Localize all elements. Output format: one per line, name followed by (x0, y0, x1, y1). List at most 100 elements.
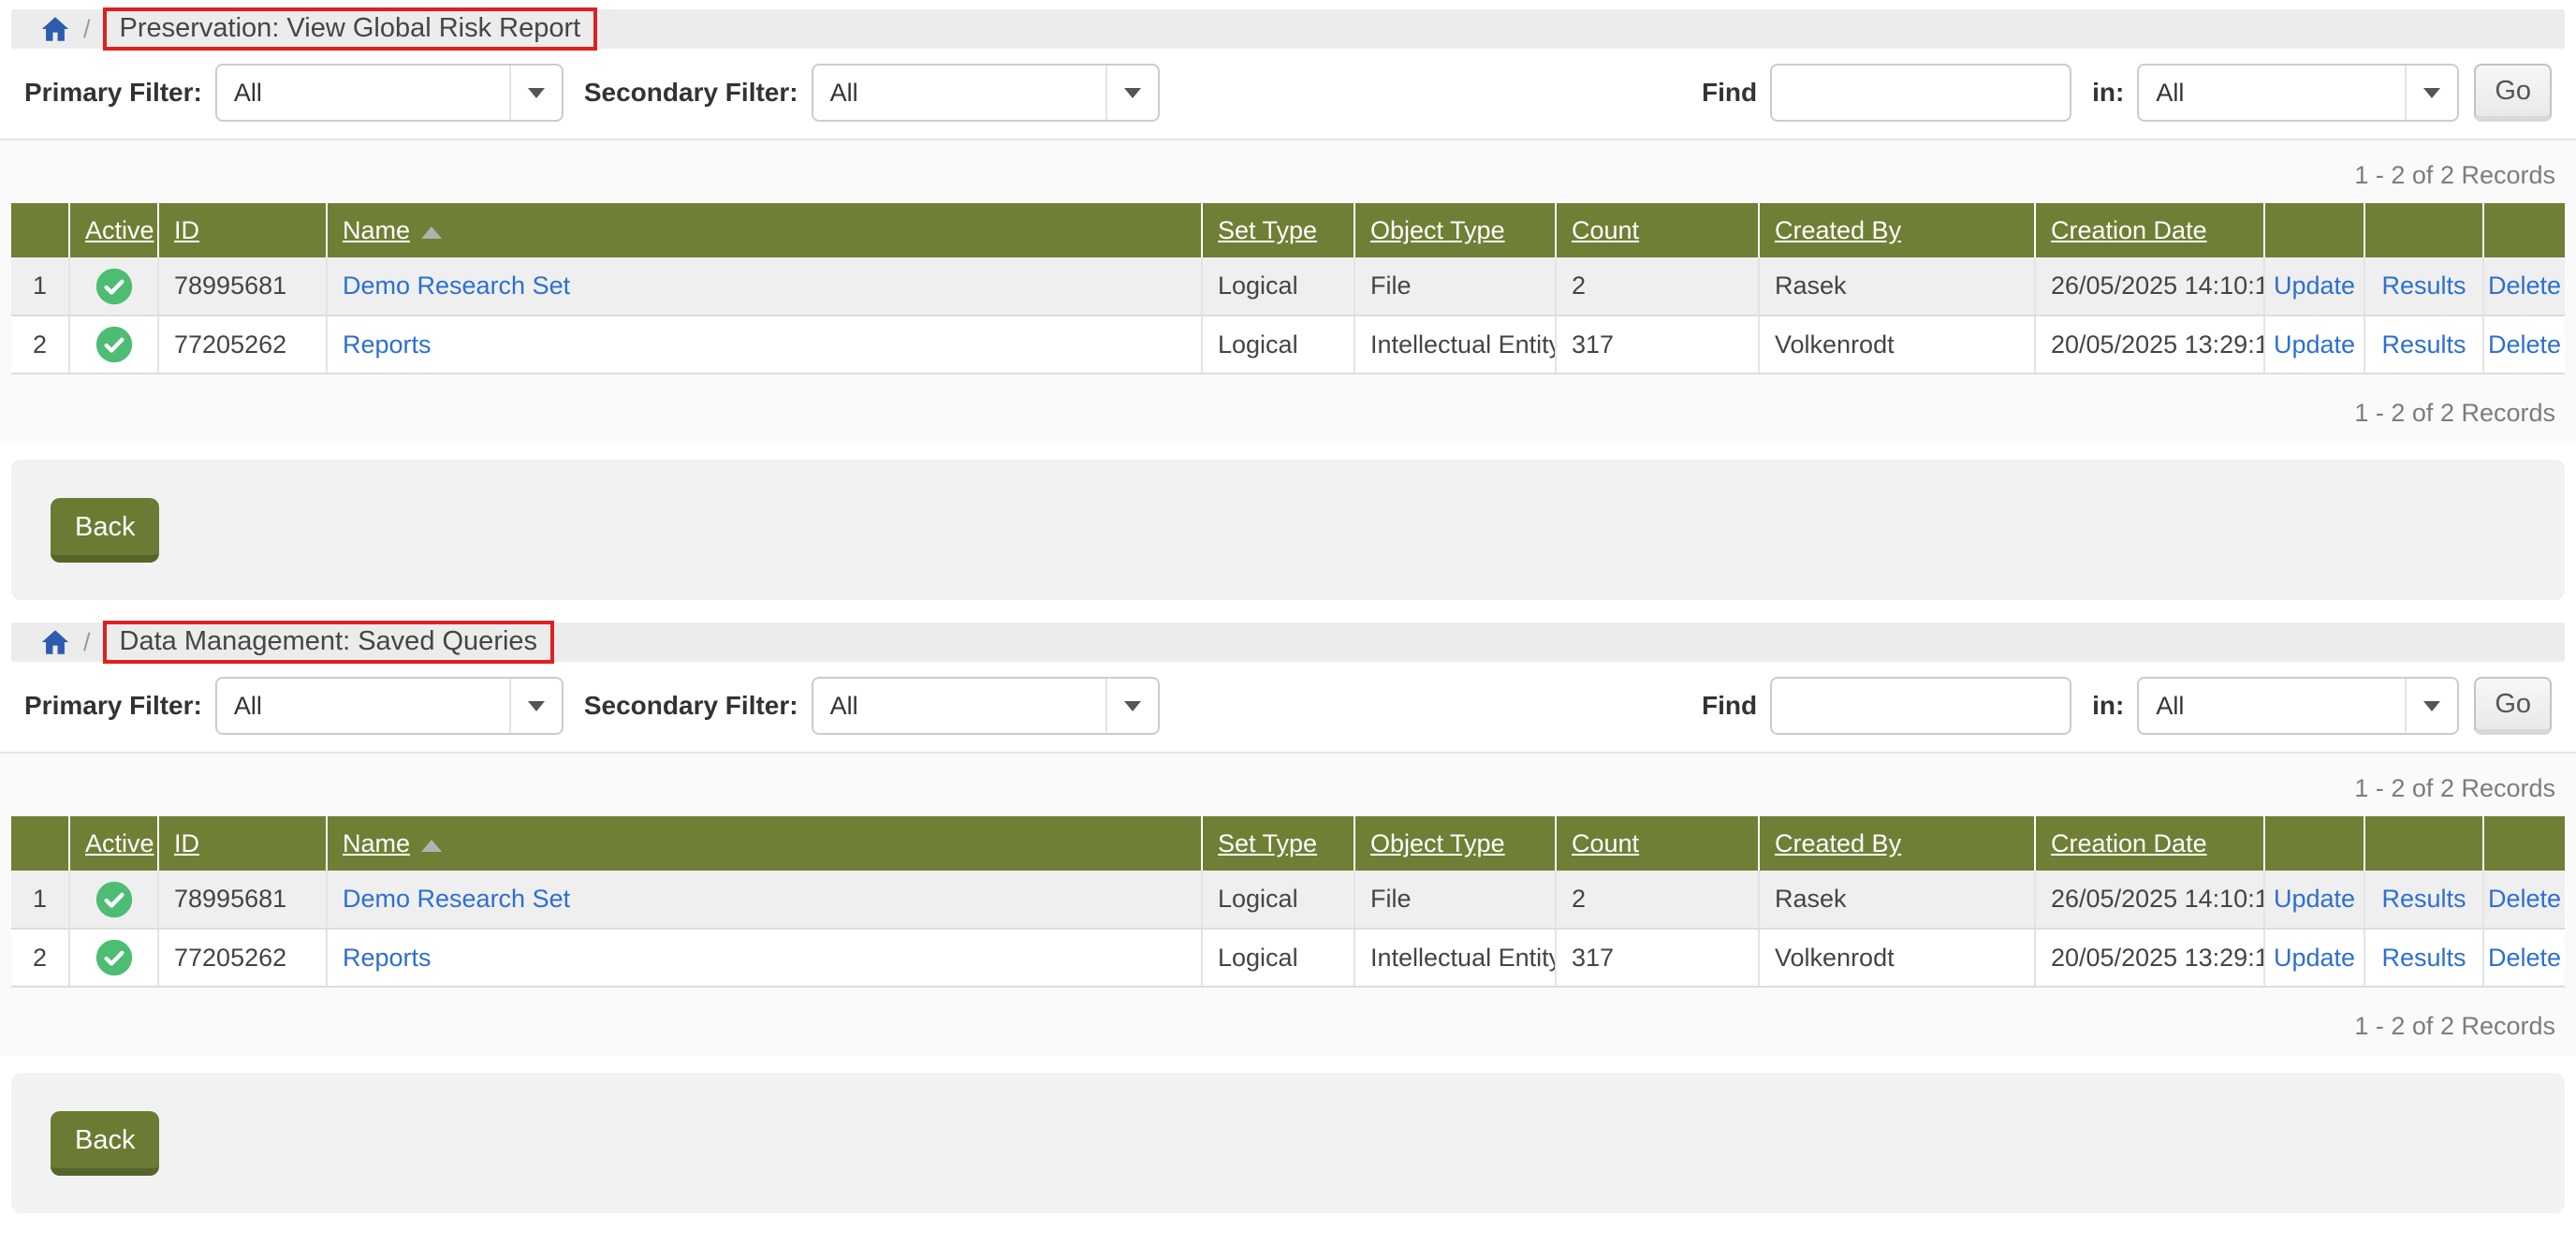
set-type-cell: Logical (1202, 257, 1354, 315)
row-number: 1 (11, 257, 69, 315)
header-results-actions (2364, 203, 2483, 257)
creation-date-cell: 20/05/2025 13:29:19 (2035, 929, 2264, 987)
header-object-type[interactable]: Object Type (1354, 203, 1556, 257)
header-rownum (11, 816, 69, 871)
creation-date-cell: 26/05/2025 14:10:15 (2035, 871, 2264, 929)
home-icon[interactable] (39, 626, 71, 658)
set-name-link[interactable]: Demo Research Set (343, 885, 570, 913)
active-cell (69, 871, 158, 929)
active-check-icon (95, 939, 133, 976)
primary-filter-label: Primary Filter: (24, 691, 202, 721)
results-link[interactable]: Results (2381, 271, 2466, 300)
row-number: 2 (11, 929, 69, 987)
update-link[interactable]: Update (2274, 271, 2355, 300)
records-count-top: 1 - 2 of 2 Records (0, 140, 2576, 203)
find-in-value: All (2139, 679, 2405, 733)
set-name-link[interactable]: Demo Research Set (343, 271, 570, 300)
header-update-actions (2264, 203, 2364, 257)
filter-group-left: Primary Filter: All Secondary Filter: Al… (24, 677, 1160, 735)
table-row: 1 78995681 Demo Research Set Logical Fil… (11, 257, 2565, 315)
header-name[interactable]: Name (327, 816, 1202, 871)
breadcrumb: / Data Management: Saved Queries (11, 622, 2565, 662)
header-id[interactable]: ID (158, 203, 327, 257)
primary-filter-select[interactable]: All (215, 64, 564, 122)
page-title: Preservation: View Global Risk Report (103, 7, 598, 51)
set-type-cell: Logical (1202, 315, 1354, 374)
delete-link[interactable]: Delete (2488, 330, 2561, 359)
results-link[interactable]: Results (2381, 944, 2466, 972)
object-type-cell: Intellectual Entity (1354, 929, 1556, 987)
set-type-cell: Logical (1202, 929, 1354, 987)
object-type-cell: Intellectual Entity (1354, 315, 1556, 374)
back-button[interactable]: Back (51, 498, 159, 563)
active-cell (69, 257, 158, 315)
update-link[interactable]: Update (2274, 944, 2355, 972)
update-link[interactable]: Update (2274, 885, 2355, 913)
header-count[interactable]: Count (1556, 203, 1759, 257)
table-row: 2 77205262 Reports Logical Intellectual … (11, 315, 2565, 374)
object-type-cell: File (1354, 871, 1556, 929)
header-object-type[interactable]: Object Type (1354, 816, 1556, 871)
header-id[interactable]: ID (158, 816, 327, 871)
header-creation-date[interactable]: Creation Date (2035, 816, 2264, 871)
table-header-row: Active ID Name Set Type Object Type Coun… (11, 203, 2565, 257)
go-button[interactable]: Go (2474, 677, 2552, 735)
creation-date-cell: 20/05/2025 13:29:19 (2035, 315, 2264, 374)
secondary-filter-label: Secondary Filter: (584, 691, 798, 721)
filter-bar: Primary Filter: All Secondary Filter: Al… (0, 49, 2576, 140)
set-name-link[interactable]: Reports (343, 944, 432, 972)
secondary-filter-select[interactable]: All (812, 677, 1160, 735)
set-type-cell: Logical (1202, 871, 1354, 929)
update-link[interactable]: Update (2274, 330, 2355, 359)
chevron-down-icon (509, 679, 562, 733)
sort-ascending-icon (421, 227, 442, 239)
find-in-select[interactable]: All (2137, 64, 2459, 122)
header-count[interactable]: Count (1556, 816, 1759, 871)
delete-link[interactable]: Delete (2488, 271, 2561, 300)
header-created-by[interactable]: Created By (1759, 816, 2035, 871)
records-count-bottom: 1 - 2 of 2 Records (0, 374, 2576, 443)
back-button[interactable]: Back (51, 1111, 159, 1176)
records-count-bottom: 1 - 2 of 2 Records (0, 988, 2576, 1056)
home-icon[interactable] (39, 13, 71, 45)
back-panel: Back (11, 1073, 2565, 1213)
go-button[interactable]: Go (2474, 64, 2552, 122)
find-label: Find (1702, 691, 1757, 721)
primary-filter-value: All (217, 679, 509, 733)
count-cell: 317 (1556, 929, 1759, 987)
in-label: in: (2092, 691, 2124, 721)
delete-link[interactable]: Delete (2488, 885, 2561, 913)
sets-table: Active ID Name Set Type Object Type Coun… (11, 816, 2565, 988)
id-cell: 77205262 (158, 929, 327, 987)
id-cell: 78995681 (158, 257, 327, 315)
results-link[interactable]: Results (2381, 885, 2466, 913)
find-label: Find (1702, 78, 1757, 108)
secondary-filter-select[interactable]: All (812, 64, 1160, 122)
section-data-management-saved-queries: / Data Management: Saved Queries Primary… (0, 622, 2576, 1213)
delete-link[interactable]: Delete (2488, 944, 2561, 972)
header-creation-date[interactable]: Creation Date (2035, 203, 2264, 257)
header-set-type[interactable]: Set Type (1202, 203, 1354, 257)
records-count-top: 1 - 2 of 2 Records (0, 754, 2576, 816)
chevron-down-icon (509, 66, 562, 120)
count-cell: 317 (1556, 315, 1759, 374)
created-by-cell: Volkenrodt (1759, 929, 2035, 987)
primary-filter-select[interactable]: All (215, 677, 564, 735)
header-name[interactable]: Name (327, 203, 1202, 257)
sort-ascending-icon (421, 840, 442, 852)
find-in-value: All (2139, 66, 2405, 120)
creation-date-cell: 26/05/2025 14:10:15 (2035, 257, 2264, 315)
count-cell: 2 (1556, 257, 1759, 315)
find-input[interactable] (1770, 64, 2071, 122)
header-set-type[interactable]: Set Type (1202, 816, 1354, 871)
header-created-by[interactable]: Created By (1759, 203, 2035, 257)
find-input[interactable] (1770, 677, 2071, 735)
breadcrumb: / Preservation: View Global Risk Report (11, 9, 2565, 49)
header-results-actions (2364, 816, 2483, 871)
header-active[interactable]: Active (69, 203, 158, 257)
find-in-select[interactable]: All (2137, 677, 2459, 735)
content-area: 1 - 2 of 2 Records Active ID Name Set Ty… (0, 140, 2576, 443)
set-name-link[interactable]: Reports (343, 330, 432, 359)
results-link[interactable]: Results (2381, 330, 2466, 359)
header-active[interactable]: Active (69, 816, 158, 871)
